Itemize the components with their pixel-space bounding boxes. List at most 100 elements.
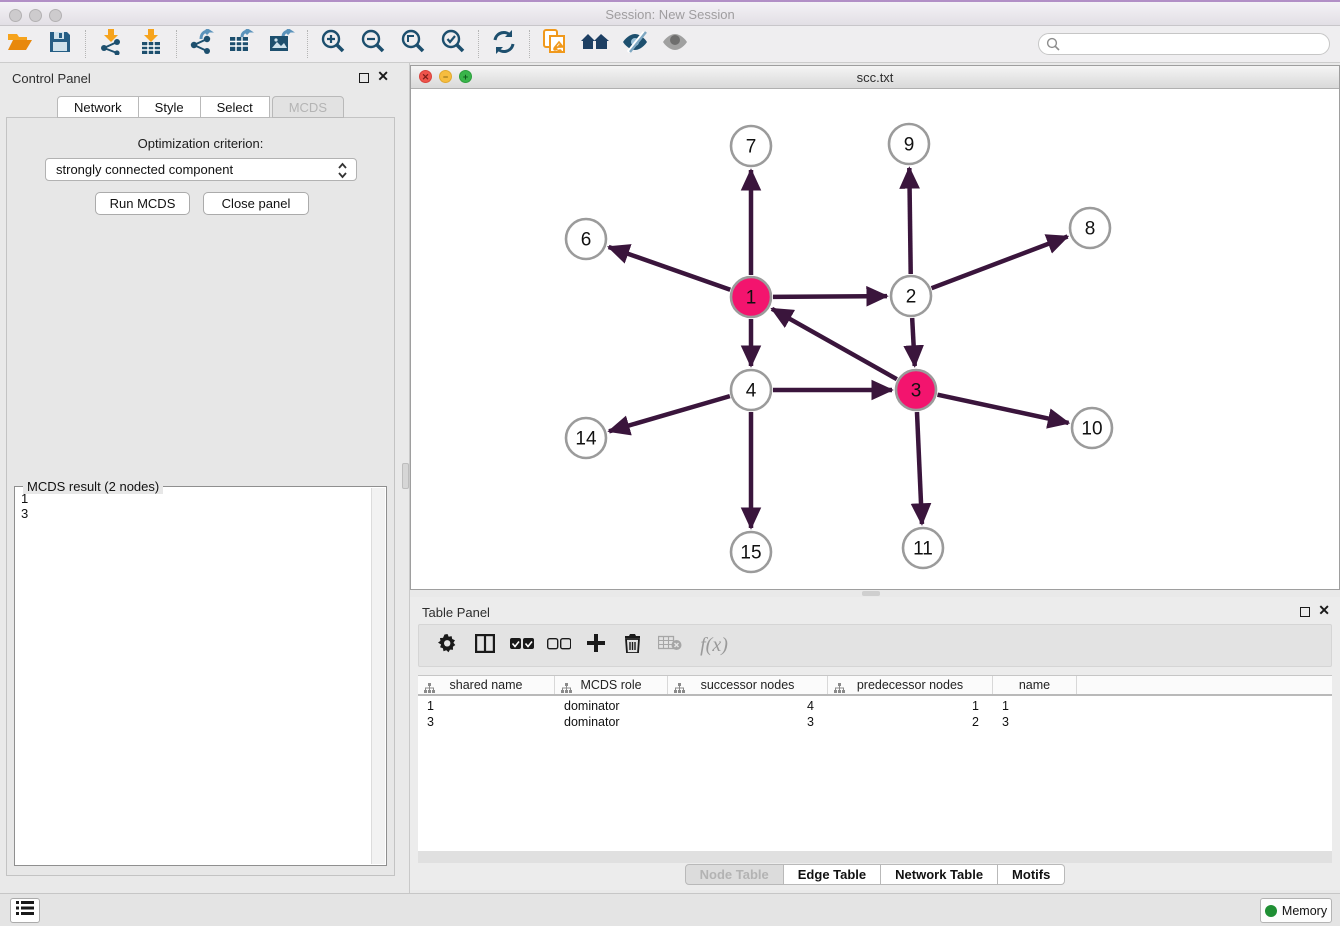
edge-3-11[interactable] xyxy=(917,412,922,524)
open-file-button[interactable] xyxy=(0,29,40,59)
export-image-button[interactable] xyxy=(262,29,302,59)
zoom-in-button[interactable] xyxy=(313,29,353,59)
close-panel-button[interactable]: Close panel xyxy=(203,192,309,215)
column-header-MCDS-role[interactable]: MCDS role xyxy=(555,676,668,694)
function-builder-button[interactable]: f(x) xyxy=(688,631,740,661)
float-panel-icon[interactable] xyxy=(1300,607,1310,617)
status-bar: Memory xyxy=(0,893,1340,926)
plus-icon xyxy=(587,634,605,657)
search-input[interactable] xyxy=(1038,33,1330,55)
show-all-button[interactable] xyxy=(655,29,695,59)
edge-1-2[interactable] xyxy=(773,296,887,297)
hide-selected-icon xyxy=(621,31,649,58)
table-row[interactable]: 1dominator411 xyxy=(418,698,1332,714)
tab-mcds[interactable]: MCDS xyxy=(272,96,344,118)
zoom-out-button[interactable] xyxy=(353,29,393,59)
tab-node-table[interactable]: Node Table xyxy=(685,864,784,885)
network-title: scc.txt xyxy=(411,70,1339,85)
edge-3-10[interactable] xyxy=(938,395,1069,423)
main-toolbar xyxy=(0,26,1340,63)
search-icon xyxy=(1046,37,1060,56)
cell-successor-nodes[interactable]: 4 xyxy=(668,698,828,714)
node-table: shared nameMCDS rolesuccessor nodesprede… xyxy=(418,675,1332,851)
edge-2-9[interactable] xyxy=(909,168,910,274)
criterion-select[interactable]: strongly connected component xyxy=(45,158,357,181)
tab-network[interactable]: Network xyxy=(57,96,139,118)
import-table-button[interactable] xyxy=(131,29,171,59)
column-header-shared-name[interactable]: shared name xyxy=(418,676,555,694)
delete-table-icon xyxy=(658,635,682,656)
table-toolbar: f(x) xyxy=(418,624,1332,667)
vertical-splitter[interactable] xyxy=(401,63,410,893)
edge-1-6[interactable] xyxy=(609,247,731,290)
import-network-button[interactable] xyxy=(91,29,131,59)
mcds-result-text[interactable]: 1 3 xyxy=(17,491,370,863)
tab-network-table[interactable]: Network Table xyxy=(881,864,998,885)
float-panel-icon[interactable] xyxy=(359,73,369,83)
table-row[interactable]: 3dominator323 xyxy=(418,714,1332,730)
column-header-predecessor-nodes[interactable]: predecessor nodes xyxy=(828,676,993,694)
cell-shared-name[interactable]: 1 xyxy=(418,698,555,714)
horizontal-splitter[interactable] xyxy=(410,590,1340,597)
hide-selected-button[interactable] xyxy=(615,29,655,59)
close-panel-icon[interactable]: ✕ xyxy=(377,68,389,85)
edge-4-14[interactable] xyxy=(609,396,730,431)
zoom-fit-button[interactable] xyxy=(393,29,433,59)
export-network-button[interactable] xyxy=(182,29,222,59)
first-neighbors-button[interactable] xyxy=(575,29,615,59)
tab-style[interactable]: Style xyxy=(139,96,201,118)
edge-2-8[interactable] xyxy=(932,237,1068,289)
cell-successor-nodes[interactable]: 3 xyxy=(668,714,828,730)
delete-table-button[interactable] xyxy=(651,631,688,661)
fx-icon: f(x) xyxy=(700,634,728,657)
control-panel-title: Control Panel xyxy=(12,71,91,86)
toolbar-separator xyxy=(478,30,479,58)
column-header-successor-nodes[interactable]: successor nodes xyxy=(668,676,828,694)
edge-3-1[interactable] xyxy=(772,309,897,379)
run-mcds-button[interactable]: Run MCDS xyxy=(95,192,190,215)
table-footer-strip xyxy=(418,851,1332,863)
tab-motifs[interactable]: Motifs xyxy=(998,864,1065,885)
close-panel-icon[interactable]: ✕ xyxy=(1318,602,1330,619)
network-canvas[interactable]: 7968124314101511 xyxy=(411,89,1339,589)
cell-predecessor-nodes[interactable]: 2 xyxy=(828,714,993,730)
splitter-handle[interactable] xyxy=(402,463,409,489)
create-column-button[interactable] xyxy=(577,631,614,661)
export-table-button[interactable] xyxy=(222,29,262,59)
edge-2-3[interactable] xyxy=(912,318,915,366)
cell-MCDS-role[interactable]: dominator xyxy=(555,714,668,730)
node-label-9: 9 xyxy=(904,135,915,156)
refresh-button[interactable] xyxy=(484,29,524,59)
result-scrollbar[interactable] xyxy=(371,488,385,864)
cell-MCDS-role[interactable]: dominator xyxy=(555,698,668,714)
delete-column-button[interactable] xyxy=(614,631,651,661)
show-columns-button[interactable] xyxy=(466,631,503,661)
table-settings-button[interactable] xyxy=(429,631,466,661)
cell-name[interactable]: 3 xyxy=(993,714,1077,730)
control-panel-header: Control Panel ✕ xyxy=(0,63,401,93)
show-panels-button[interactable] xyxy=(10,898,40,923)
deselect-all-rows-button[interactable] xyxy=(540,631,577,661)
tab-edge-table[interactable]: Edge Table xyxy=(784,864,881,885)
memory-button[interactable]: Memory xyxy=(1260,898,1332,923)
export-table-icon xyxy=(228,29,256,60)
splitter-handle[interactable] xyxy=(862,591,880,596)
network-window-titlebar[interactable]: ✕ − + scc.txt xyxy=(411,66,1339,89)
toolbar-separator xyxy=(176,30,177,58)
node-label-6: 6 xyxy=(581,230,592,251)
export-image-icon xyxy=(268,29,296,60)
tab-select[interactable]: Select xyxy=(201,96,270,118)
select-all-rows-button[interactable] xyxy=(503,631,540,661)
save-session-button[interactable] xyxy=(40,29,80,59)
hierarchy-icon xyxy=(674,680,685,698)
cell-predecessor-nodes[interactable]: 1 xyxy=(828,698,993,714)
cell-name[interactable]: 1 xyxy=(993,698,1077,714)
new-network-from-selection-button[interactable] xyxy=(535,29,575,59)
table-panel: Table Panel ✕ f(x) shared nameMCDS rol xyxy=(410,597,1340,890)
first-neighbors-icon xyxy=(580,31,610,58)
cell-shared-name[interactable]: 3 xyxy=(418,714,555,730)
node-label-14: 14 xyxy=(575,429,597,450)
table-header-row: shared nameMCDS rolesuccessor nodesprede… xyxy=(418,676,1332,696)
zoom-selected-button[interactable] xyxy=(433,29,473,59)
column-header-name[interactable]: name xyxy=(993,676,1077,694)
